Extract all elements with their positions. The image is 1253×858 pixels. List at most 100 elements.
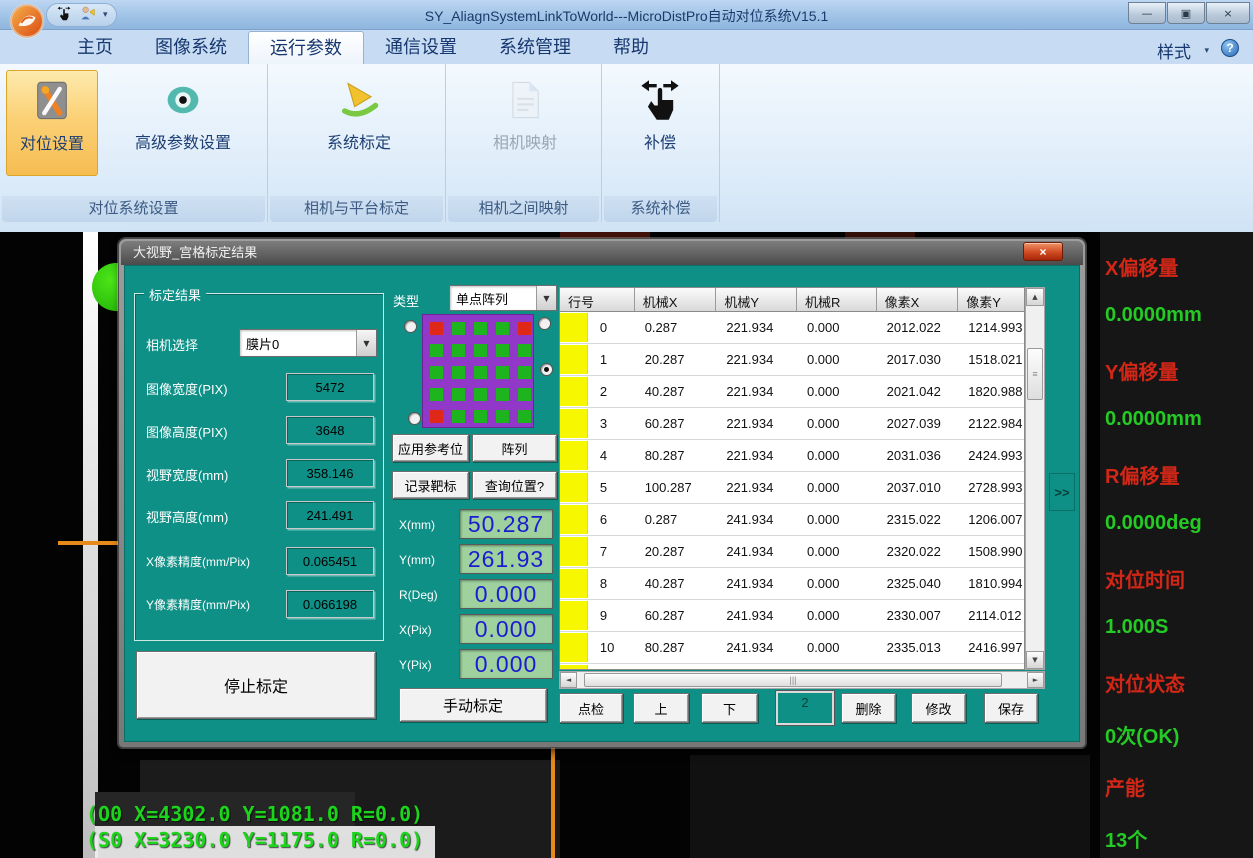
scroll-up-icon[interactable]: ▲	[1026, 288, 1044, 306]
dropdown-arrow-icon[interactable]: ▼	[356, 330, 376, 356]
table-header-cell[interactable]: 像素Y	[958, 288, 1024, 311]
camera-select-dropdown[interactable]: 膜片0 ▼	[239, 329, 377, 357]
dropdown-arrow-icon[interactable]: ▼	[536, 286, 556, 310]
coord-value-y-mm[interactable]: 261.93	[459, 544, 553, 574]
table-row[interactable]: 00.287221.9340.0002012.0221214.993	[560, 312, 1024, 344]
user-announce-icon[interactable]	[79, 5, 97, 26]
h-scroll-thumb[interactable]: |||	[584, 673, 1002, 687]
table-cell: 2012.022	[877, 312, 959, 343]
stop-calibration-button[interactable]: 停止标定	[136, 651, 376, 719]
ribbon-button-label: 对位设置	[20, 130, 84, 154]
tab-image-system[interactable]: 图像系统	[134, 31, 248, 64]
ribbon-button-align-settings[interactable]: 对位设置	[6, 70, 98, 176]
ribbon-button-system-calibration[interactable]: 系统标定	[284, 70, 434, 176]
modify-button[interactable]: 修改	[911, 693, 966, 723]
app-logo-icon[interactable]	[8, 2, 46, 40]
scroll-down-icon[interactable]: ▼	[1026, 651, 1044, 669]
table-row[interactable]: 5100.287221.9340.0002037.0102728.993	[560, 472, 1024, 504]
hand-pan-icon[interactable]	[55, 5, 73, 26]
save-button[interactable]: 保存	[984, 693, 1038, 723]
table-header-cell[interactable]: 机械Y	[716, 288, 797, 311]
help-icon[interactable]: ?	[1221, 39, 1239, 57]
coord-value-r-deg[interactable]: 0.000	[459, 579, 553, 609]
table-row[interactable]: 11100.287241.9340.0002341.0132721.013	[560, 664, 1024, 670]
ribbon-button-advanced-params[interactable]: 高级参数设置	[100, 70, 266, 176]
dialog-close-button[interactable]: ×	[1023, 242, 1063, 261]
table-cell: 60.287	[635, 600, 717, 631]
scroll-left-icon[interactable]: ◄	[560, 672, 577, 688]
table-cell: 0.000	[797, 376, 877, 407]
coord-value-x-mm[interactable]: 50.287	[459, 509, 553, 539]
table-row[interactable]: 240.287221.9340.0002021.0421820.988	[560, 376, 1024, 408]
row-select-marker	[560, 569, 588, 598]
vertical-light-stripe	[83, 232, 98, 858]
ribbon-button-compensation[interactable]: 补偿	[608, 70, 712, 176]
scroll-right-icon[interactable]: ►	[1027, 672, 1044, 688]
table-row[interactable]: 360.287221.9340.0002027.0392122.984	[560, 408, 1024, 440]
delete-button[interactable]: 删除	[841, 693, 896, 723]
record-target-button[interactable]: 记录靶标	[392, 471, 469, 499]
apply-reference-button[interactable]: 应用参考位	[392, 434, 469, 462]
row-select-marker	[560, 665, 588, 670]
manual-calibration-button[interactable]: 手动标定	[399, 688, 547, 722]
table-row[interactable]: 480.287221.9340.0002031.0362424.993	[560, 440, 1024, 472]
window-controls: — ▣ ×	[1128, 2, 1250, 24]
coord-value-y-pix[interactable]: 0.000	[459, 649, 553, 679]
calibration-grid	[422, 314, 534, 428]
table-cell: 2114.012	[958, 600, 1024, 631]
table-header-cell[interactable]: 机械X	[635, 288, 717, 311]
expand-button[interactable]: >>	[1049, 473, 1075, 511]
field-value: 358.146	[286, 459, 374, 487]
dialog-title[interactable]: 大视野_宫格标定结果	[121, 241, 1083, 265]
style-caret-icon[interactable]: ▾	[1204, 46, 1209, 56]
table-row[interactable]: 120.287221.9340.0002017.0301518.021	[560, 344, 1024, 376]
table-row[interactable]: 840.287241.9340.0002325.0401810.994	[560, 568, 1024, 600]
radio-bottom-left[interactable]	[408, 412, 421, 425]
table-header-cell[interactable]: 像素X	[877, 288, 959, 311]
table-cell: 241.934	[716, 504, 797, 535]
qat-dropdown-icon[interactable]: ▾	[103, 10, 108, 20]
v-scrollbar[interactable]: ▲ ≡ ▼	[1025, 287, 1045, 670]
field-label: 视野宽度(mm)	[146, 465, 228, 484]
tab-help[interactable]: 帮助	[592, 31, 670, 64]
table-row[interactable]: 60.287241.9340.0002315.0221206.007	[560, 504, 1024, 536]
table-cell: 241.934	[716, 632, 797, 663]
coord-value-x-pix[interactable]: 0.000	[459, 614, 553, 644]
tab-home[interactable]: 主页	[56, 31, 134, 64]
table-row[interactable]: 720.287241.9340.0002320.0221508.990	[560, 536, 1024, 568]
field-label: X像素精度(mm/Pix)	[146, 553, 250, 570]
style-menu-button[interactable]: 样式	[1157, 38, 1191, 63]
type-value: 单点阵列	[450, 289, 536, 308]
table-header-cell[interactable]: 机械R	[797, 288, 877, 311]
check-button[interactable]: 点检	[559, 693, 623, 723]
table-cell: 0.000	[797, 440, 877, 471]
tab-run-parameters[interactable]: 运行参数	[248, 31, 364, 64]
grid-dot-red	[518, 322, 531, 335]
down-button[interactable]: 下	[701, 693, 758, 723]
ribbon-group-label: 对位系统设置	[2, 196, 265, 222]
table-cell: 0.000	[797, 472, 877, 503]
close-button[interactable]: ×	[1206, 2, 1250, 24]
tab-system-management[interactable]: 系统管理	[478, 31, 592, 64]
query-position-button[interactable]: 查询位置?	[472, 471, 557, 499]
tab-comm-settings[interactable]: 通信设置	[364, 31, 478, 64]
array-button[interactable]: 阵列	[472, 434, 557, 462]
table-cell: 2728.993	[958, 472, 1024, 503]
type-dropdown[interactable]: 单点阵列 ▼	[449, 285, 557, 311]
row-select-marker	[560, 409, 588, 438]
table-row[interactable]: 1080.287241.9340.0002335.0132416.997	[560, 632, 1024, 664]
radio-top-right[interactable]	[538, 317, 551, 330]
up-button[interactable]: 上	[633, 693, 689, 723]
table-cell: 0.000	[797, 504, 877, 535]
h-scrollbar[interactable]: ◄ ||| ►	[559, 671, 1045, 689]
restore-button[interactable]: ▣	[1167, 2, 1205, 24]
table-row[interactable]: 960.287241.9340.0002330.0072114.012	[560, 600, 1024, 632]
v-scroll-thumb[interactable]: ≡	[1027, 348, 1043, 400]
radio-right-selected[interactable]	[540, 363, 553, 376]
table-cell: 221.934	[716, 440, 797, 471]
radio-top-left[interactable]	[404, 320, 417, 333]
minimize-button[interactable]: —	[1128, 2, 1166, 24]
table-header-cell[interactable]: 行号	[560, 288, 635, 311]
counter-input[interactable]: 2	[776, 691, 834, 725]
coord-label: X(Pix)	[399, 623, 432, 637]
